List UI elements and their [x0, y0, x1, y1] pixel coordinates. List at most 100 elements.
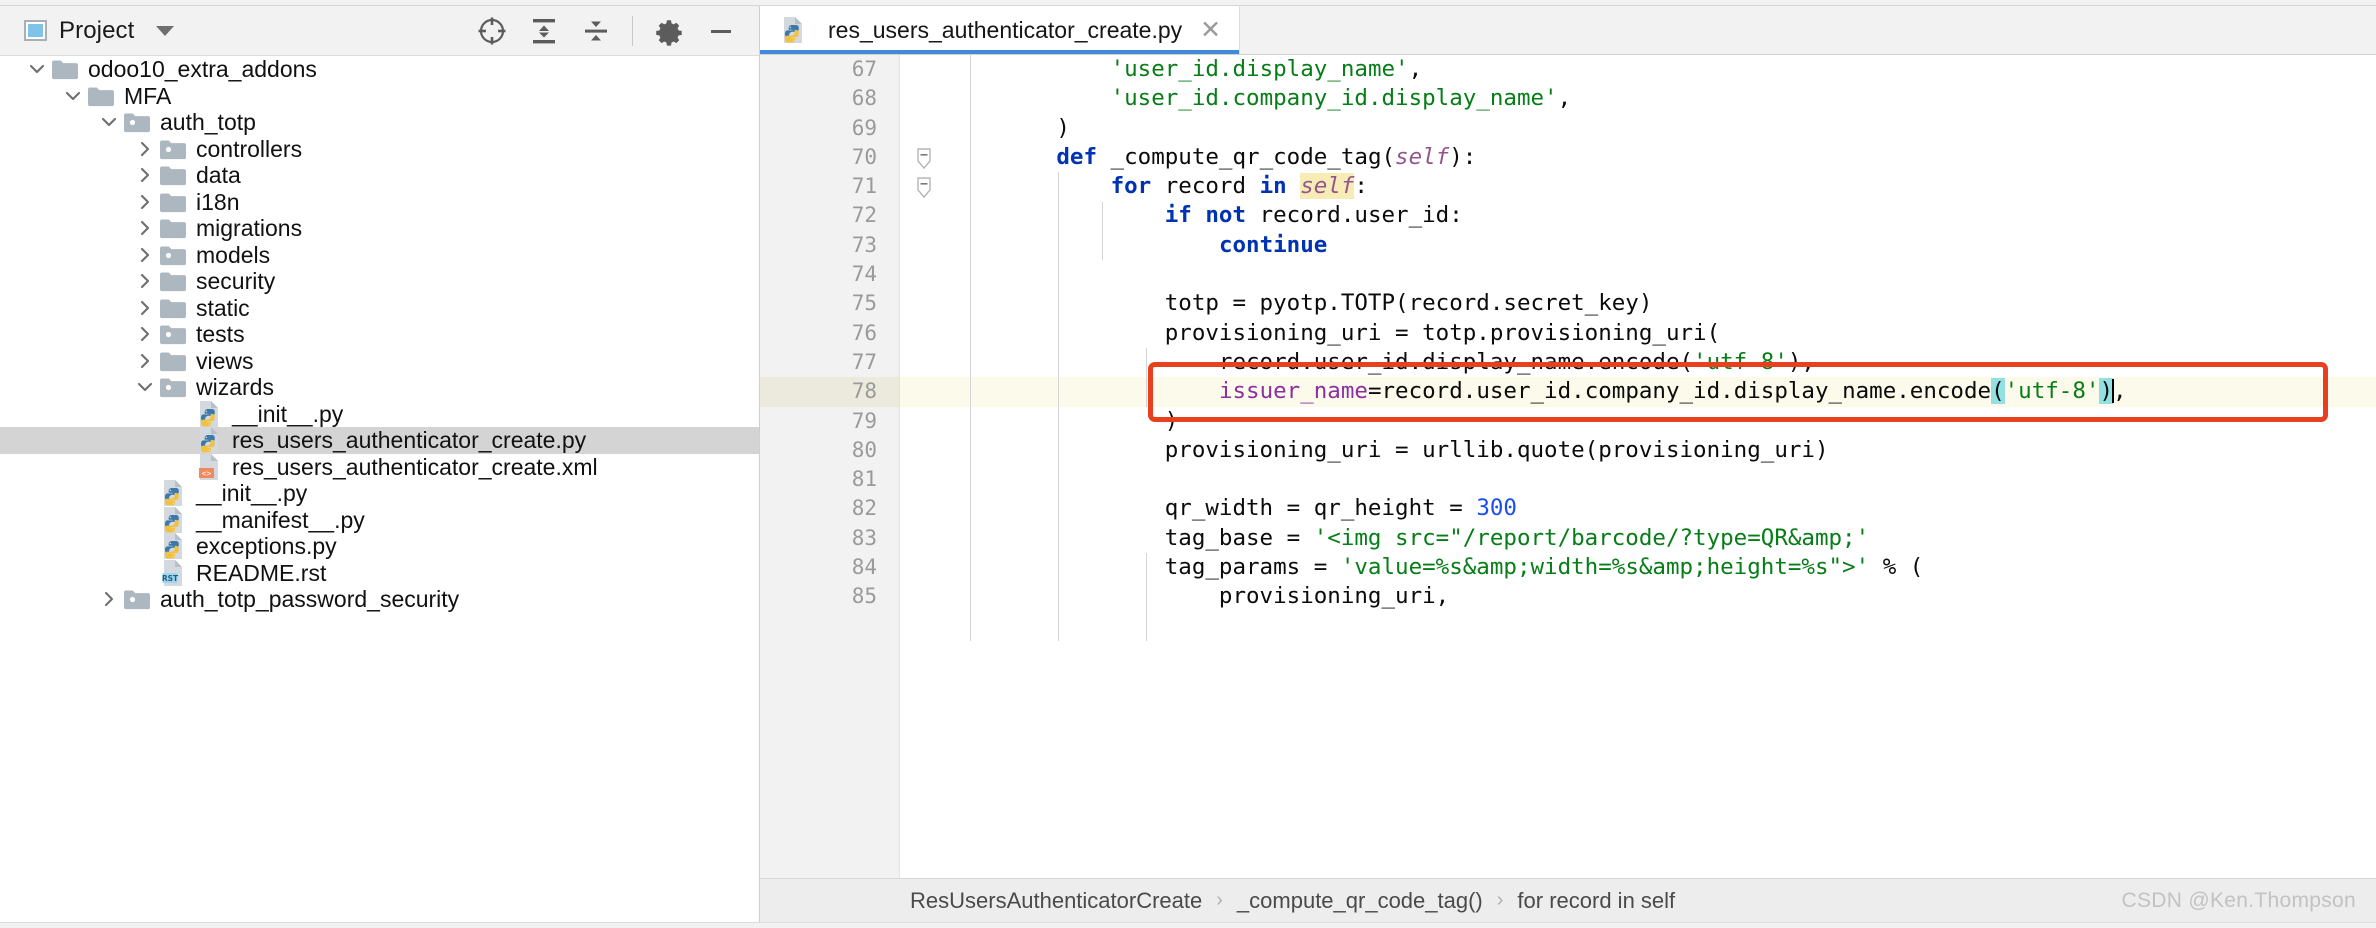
tree-row[interactable]: RST README.rst	[0, 559, 759, 587]
chevron-right-icon[interactable]	[96, 586, 122, 612]
fold-slot	[900, 201, 948, 230]
tree-row[interactable]: odoo10_extra_addons	[0, 56, 759, 83]
folder-icon	[158, 189, 188, 215]
breadcrumb-item-statement[interactable]: for record in self	[1517, 888, 1675, 914]
code-line[interactable]: )	[948, 114, 2376, 143]
code-line[interactable]: 'user_id.display_name',	[948, 55, 2376, 84]
tree-item-label: README.rst	[196, 559, 327, 586]
chevron-down-icon[interactable]	[60, 83, 86, 109]
indent-guide	[970, 55, 971, 641]
line-number: 84	[851, 555, 877, 580]
code-folding-gutter[interactable]	[900, 55, 948, 878]
tree-row[interactable]: auth_totp_password_security	[0, 586, 759, 613]
code-line[interactable]: totp = pyotp.TOTP(record.secret_key)	[948, 289, 2376, 318]
tree-row[interactable]: security	[0, 268, 759, 295]
locate-icon[interactable]	[466, 10, 518, 52]
watermark: CSDN @Ken.Thompson	[2121, 888, 2356, 912]
tree-row[interactable]: tests	[0, 321, 759, 348]
chevron-right-icon[interactable]	[132, 189, 158, 215]
chevron-right-icon[interactable]	[132, 136, 158, 162]
code-line[interactable]: 'user_id.company_id.display_name',	[948, 84, 2376, 113]
chevron-right-icon[interactable]	[132, 348, 158, 374]
folder-icon	[86, 83, 116, 109]
tree-row[interactable]: migrations	[0, 215, 759, 242]
tree-row[interactable]: res_users_authenticator_create.py	[0, 427, 759, 454]
tree-row[interactable]: models	[0, 242, 759, 269]
code-line[interactable]: )	[948, 407, 2376, 436]
tree-row[interactable]: __init__.py	[0, 400, 759, 428]
tree-item-label: __init__.py	[196, 480, 308, 507]
chevron-down-icon[interactable]	[96, 109, 122, 135]
tree-row[interactable]: controllers	[0, 136, 759, 163]
tree-row[interactable]: static	[0, 295, 759, 322]
tree-row[interactable]: auth_totp	[0, 109, 759, 136]
code-line[interactable]: record.user_id.display_name.encode('utf-…	[948, 348, 2376, 377]
tree-item-label: models	[196, 241, 271, 268]
code-line[interactable]: continue	[948, 231, 2376, 260]
gear-icon[interactable]	[643, 10, 695, 52]
code-line[interactable]: qr_width = qr_height = 300	[948, 494, 2376, 523]
code-line[interactable]: provisioning_uri,	[948, 582, 2376, 611]
tree-row[interactable]: exceptions.py	[0, 533, 759, 560]
code-line[interactable]: if not record.user_id:	[948, 201, 2376, 230]
line-number: 72	[851, 203, 877, 228]
tree-row[interactable]: __init__.py	[0, 480, 759, 507]
tree-row[interactable]: <> res_users_authenticator_create.xml	[0, 453, 759, 481]
expand-all-icon[interactable]	[518, 10, 570, 52]
code-editor[interactable]: 67 68 69 70 71 72 73 74 75 76 77 78 79 80 81 82 83 84 85 '…	[760, 55, 2376, 878]
code-line[interactable]	[948, 260, 2376, 289]
main-content-row: Project odoo10_extra_addons MFA auth_tot…	[0, 6, 2376, 922]
code-line[interactable]: for record in self:	[948, 172, 2376, 201]
chevron-down-icon[interactable]	[24, 56, 50, 82]
chevron-right-icon[interactable]	[132, 321, 158, 347]
editor-tab-bar: res_users_authenticator_create.py ✕	[760, 6, 2376, 55]
chevron-right-icon[interactable]	[132, 268, 158, 294]
fold-slot	[900, 231, 948, 260]
line-number: 83	[851, 525, 877, 550]
fold-collapse-icon[interactable]	[914, 148, 934, 169]
code-line[interactable]: issuer_name=record.user_id.company_id.di…	[948, 377, 2376, 407]
breadcrumb-item-method[interactable]: _compute_qr_code_tag()	[1237, 888, 1483, 914]
code-line[interactable]	[948, 465, 2376, 494]
project-tree[interactable]: odoo10_extra_addons MFA auth_totp controlle…	[0, 56, 759, 922]
collapse-all-icon[interactable]	[570, 10, 622, 52]
tree-item-label: __init__.py	[232, 400, 344, 427]
chevron-down-icon[interactable]	[132, 374, 158, 400]
close-icon[interactable]: ✕	[1200, 17, 1221, 43]
project-tool-window-button[interactable]: Project	[24, 17, 175, 45]
folder-icon	[158, 348, 188, 374]
indent-guide	[1058, 172, 1059, 641]
tree-item-label: static	[196, 294, 250, 321]
fold-slot	[900, 289, 948, 318]
tree-row[interactable]: wizards	[0, 374, 759, 401]
code-line[interactable]: provisioning_uri = urllib.quote(provisio…	[948, 436, 2376, 465]
tree-item-label: res_users_authenticator_create.xml	[232, 453, 598, 480]
tree-row[interactable]: MFA	[0, 83, 759, 110]
chevron-right-icon[interactable]	[132, 242, 158, 268]
tree-row[interactable]: i18n	[0, 189, 759, 216]
tree-item-label: views	[196, 347, 254, 374]
fold-collapse-icon[interactable]	[914, 177, 934, 199]
chevron-right-icon[interactable]	[132, 215, 158, 241]
chevron-right-icon[interactable]	[132, 162, 158, 188]
breadcrumb-separator: ›	[1216, 889, 1223, 911]
code-content[interactable]: 'user_id.display_name', 'user_id.company…	[948, 55, 2376, 878]
chevron-right-icon[interactable]	[132, 295, 158, 321]
minimize-icon[interactable]	[695, 10, 747, 52]
code-line[interactable]: provisioning_uri = totp.provisioning_uri…	[948, 319, 2376, 348]
python-icon	[194, 427, 224, 454]
code-line[interactable]: def _compute_qr_code_tag(self):	[948, 143, 2376, 172]
editor-tab[interactable]: res_users_authenticator_create.py ✕	[760, 6, 1241, 54]
line-number: 67	[851, 57, 877, 81]
code-line[interactable]: tag_params = 'value=%s&amp;width=%s&amp;…	[948, 553, 2376, 582]
tree-item-label: __manifest__.py	[196, 506, 365, 533]
line-number-gutter[interactable]: 67 68 69 70 71 72 73 74 75 76 77 78 79 80 81 82 83 84 85	[760, 55, 900, 878]
tree-row[interactable]: __manifest__.py	[0, 506, 759, 534]
tree-row[interactable]: views	[0, 348, 759, 375]
line-number: 68	[851, 86, 877, 111]
tree-row[interactable]: data	[0, 162, 759, 189]
editor-panel: res_users_authenticator_create.py ✕ 67 68…	[760, 6, 2376, 922]
breadcrumb-item-class[interactable]: ResUsersAuthenticatorCreate	[910, 888, 1202, 914]
chevron-down-icon[interactable]	[156, 25, 175, 36]
code-line[interactable]: tag_base = '<img src="/report/barcode/?t…	[948, 524, 2376, 553]
